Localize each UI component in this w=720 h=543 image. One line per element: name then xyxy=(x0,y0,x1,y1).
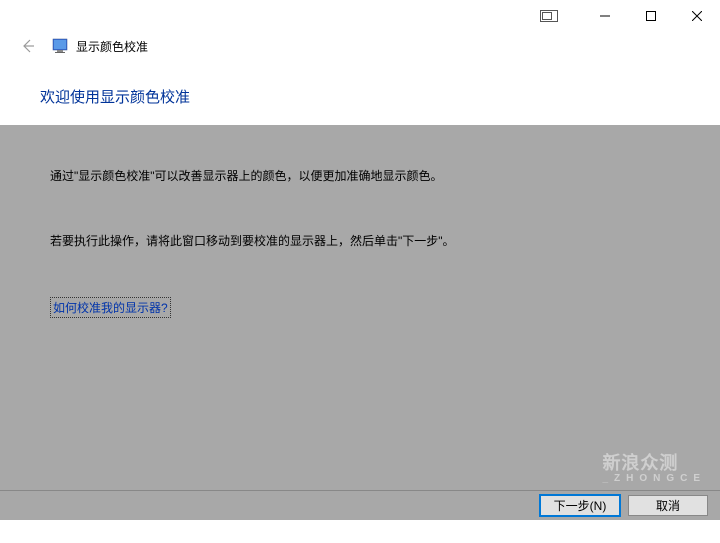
watermark-sub: _ZHONGCE xyxy=(602,473,706,484)
page-heading: 欢迎使用显示颜色校准 xyxy=(0,66,720,125)
app-icon xyxy=(52,38,68,54)
wizard-button-row: 下一步(N) 取消 xyxy=(0,490,720,520)
content-area: 通过"显示颜色校准"可以改善显示器上的颜色，以便更加准确地显示颜色。 若要执行此… xyxy=(0,125,720,520)
header-row: 显示颜色校准 xyxy=(0,32,720,66)
window-titlebar xyxy=(0,0,720,32)
watermark: 新浪众测 _ZHONGCE xyxy=(602,449,706,484)
intro-paragraph-1: 通过"显示颜色校准"可以改善显示器上的颜色，以便更加准确地显示颜色。 xyxy=(50,167,670,186)
tablet-mode-icon xyxy=(536,6,562,26)
minimize-button[interactable] xyxy=(582,1,628,31)
next-button[interactable]: 下一步(N) xyxy=(540,495,620,516)
maximize-button[interactable] xyxy=(628,1,674,31)
watermark-main: 新浪众测 xyxy=(602,453,678,473)
app-title: 显示颜色校准 xyxy=(76,38,148,55)
intro-paragraph-2: 若要执行此操作，请将此窗口移动到要校准的显示器上，然后单击"下一步"。 xyxy=(50,232,670,251)
help-link[interactable]: 如何校准我的显示器? xyxy=(50,297,171,318)
back-button[interactable] xyxy=(18,36,38,56)
cancel-button[interactable]: 取消 xyxy=(628,495,708,516)
close-button[interactable] xyxy=(674,1,720,31)
